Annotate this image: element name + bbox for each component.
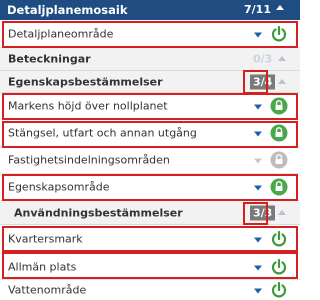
- layer-label: Detaljplaneområde: [8, 27, 114, 40]
- layer-label: Fastighetsindelningsområden: [8, 153, 170, 167]
- lock-icon[interactable]: [270, 151, 288, 169]
- layer-row-egenskapsomrade[interactable]: Egenskapsområde: [0, 174, 300, 201]
- layer-panel: Detaljplanemosaik 7/11 Detaljplaneområde…: [0, 0, 300, 300]
- chevron-down-icon[interactable]: [254, 288, 262, 294]
- group-label: Användningsbestämmelser: [14, 206, 183, 219]
- group-beteckningar[interactable]: Beteckningar 0/3: [0, 48, 300, 71]
- power-icon[interactable]: [270, 25, 288, 43]
- group-label: Beteckningar: [8, 52, 91, 66]
- chevron-up-icon[interactable]: [278, 56, 286, 61]
- chevron-down-icon[interactable]: [254, 158, 262, 164]
- lock-icon[interactable]: [270, 178, 288, 196]
- chevron-up-icon[interactable]: [276, 5, 284, 10]
- group-anvandningsbestammelser[interactable]: Användningsbestämmelser 3/3: [0, 201, 300, 225]
- chevron-down-icon[interactable]: [254, 237, 262, 243]
- layer-label: Allmän plats: [8, 260, 77, 273]
- layer-label: Stängsel, utfart och annan utgång: [8, 126, 197, 139]
- layer-count: 7/11: [244, 3, 271, 16]
- panel-title: Detaljplanemosaik: [7, 3, 128, 17]
- layer-row-detaljplaneomrade[interactable]: Detaljplaneområde: [0, 20, 300, 48]
- chevron-down-icon[interactable]: [254, 104, 262, 109]
- layer-row-stangsel[interactable]: Stängsel, utfart och annan utgång: [0, 119, 300, 147]
- layer-label: Vattenområde: [8, 283, 87, 297]
- layer-row-markens-hojd[interactable]: Markens höjd över nollplanet: [0, 93, 300, 119]
- lock-icon[interactable]: [270, 97, 288, 115]
- layer-label: Kvartersmark: [8, 232, 83, 246]
- layer-label: Markens höjd över nollplanet: [8, 99, 168, 112]
- chevron-up-icon[interactable]: [278, 78, 286, 84]
- group-egenskapsbestammelser[interactable]: Egenskapsbestämmelser 3/4: [0, 71, 300, 93]
- group-label: Egenskapsbestämmelser: [8, 75, 163, 88]
- chevron-down-icon[interactable]: [254, 131, 262, 136]
- panel-header[interactable]: Detaljplanemosaik 7/11: [0, 0, 300, 20]
- layer-row-kvartersmark[interactable]: Kvartersmark: [0, 225, 300, 254]
- group-count: 3/3: [250, 205, 276, 220]
- group-count: 0/3: [253, 52, 273, 66]
- power-icon[interactable]: [270, 230, 288, 248]
- group-count: 3/4: [250, 74, 276, 89]
- chevron-down-icon[interactable]: [254, 185, 262, 191]
- layer-row-allman-plats[interactable]: Allmän plats: [0, 254, 300, 280]
- layer-row-vattenomrade[interactable]: Vattenområde: [0, 280, 300, 300]
- chevron-down-icon[interactable]: [254, 32, 262, 37]
- chevron-down-icon[interactable]: [254, 265, 262, 270]
- power-icon[interactable]: [270, 258, 288, 276]
- lock-icon[interactable]: [270, 124, 288, 142]
- chevron-up-icon[interactable]: [278, 209, 286, 215]
- power-icon[interactable]: [270, 281, 288, 299]
- layer-label: Egenskapsområde: [8, 180, 110, 194]
- layer-row-fastighetsindelning[interactable]: Fastighetsindelningsområden: [0, 147, 300, 174]
